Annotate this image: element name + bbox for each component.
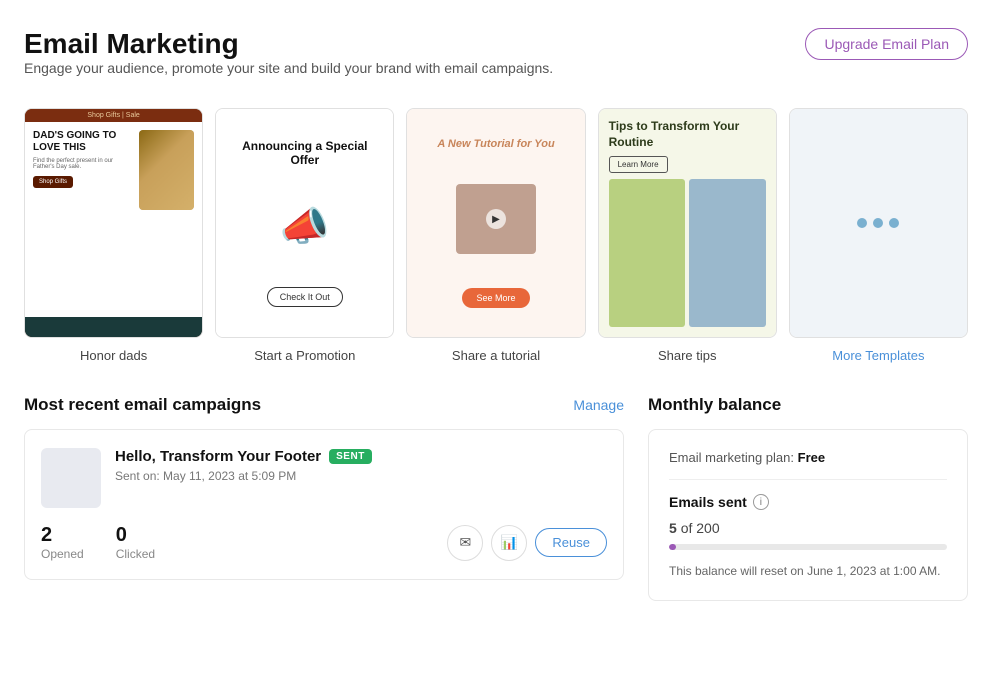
template-card-honor-dads[interactable]: Shop Gifts | Sale DAD'S GOING TO LOVE TH… <box>24 108 203 363</box>
campaign-date: Sent on: May 11, 2023 at 5:09 PM <box>115 469 607 483</box>
manage-link[interactable]: Manage <box>573 397 624 413</box>
bottom-section: Most recent email campaigns Manage Hello… <box>24 395 968 601</box>
tutorial-title: A New Tutorial for You <box>437 138 554 150</box>
honor-dads-headline: DAD'S GOING TO LOVE THIS <box>33 130 135 154</box>
campaigns-title: Most recent email campaigns <box>24 395 261 415</box>
share-tips-thumb: Tips to Transform Your Routine Learn Mor… <box>598 108 777 338</box>
tips-cta: Learn More <box>609 156 668 173</box>
page-subtitle: Engage your audience, promote your site … <box>24 60 553 76</box>
reuse-button[interactable]: Reuse <box>535 528 607 557</box>
campaign-card: Hello, Transform Your Footer SENT Sent o… <box>24 429 624 580</box>
campaigns-header: Most recent email campaigns Manage <box>24 395 624 415</box>
honor-dads-image <box>139 130 194 210</box>
tips-title: Tips to Transform Your Routine <box>609 119 766 150</box>
envelope-icon: ✉ <box>460 534 472 551</box>
info-icon[interactable]: i <box>753 494 769 510</box>
campaign-stats-row: 2 Opened 0 Clicked ✉ 📊 Reus <box>41 524 607 561</box>
upgrade-button[interactable]: Upgrade Email Plan <box>805 28 968 60</box>
emails-sent-label: Emails sent <box>669 494 747 510</box>
tips-images <box>609 179 766 327</box>
template-label-share-tips: Share tips <box>658 348 717 363</box>
clicked-count: 0 <box>116 524 155 547</box>
promo-title: Announcing a Special Offer <box>228 139 381 167</box>
more-templates-thumb <box>789 108 968 338</box>
emails-count: 5 of 200 <box>669 520 947 536</box>
campaign-title-row: Hello, Transform Your Footer SENT <box>115 448 607 465</box>
opened-label: Opened <box>41 547 84 561</box>
play-icon: ▶ <box>486 209 506 229</box>
template-label-share-tutorial: Share a tutorial <box>452 348 540 363</box>
bar-chart-icon: 📊 <box>501 534 518 551</box>
honor-dads-thumb: Shop Gifts | Sale DAD'S GOING TO LOVE TH… <box>24 108 203 338</box>
title-group: Email Marketing Engage your audience, pr… <box>24 28 553 100</box>
campaign-thumbnail <box>41 448 101 508</box>
tutorial-image: ▶ <box>456 184 536 254</box>
campaign-actions: ✉ 📊 Reuse <box>447 525 607 561</box>
templates-row: Shop Gifts | Sale DAD'S GOING TO LOVE TH… <box>24 108 968 363</box>
more-dots-decoration <box>857 218 899 228</box>
template-label-more-templates: More Templates <box>832 348 924 363</box>
tips-image-1 <box>609 179 686 327</box>
honor-dads-cta: Shop Gifts <box>33 176 73 188</box>
template-card-start-promotion[interactable]: Announcing a Special Offer 📣 Check It Ou… <box>215 108 394 363</box>
balance-card: Email marketing plan: Free Emails sent i… <box>648 429 968 601</box>
campaigns-section: Most recent email campaigns Manage Hello… <box>24 395 624 601</box>
honor-dads-footer <box>25 317 202 337</box>
stat-clicked: 0 Clicked <box>116 524 155 561</box>
page-title: Email Marketing <box>24 28 553 60</box>
promo-cta: Check It Out <box>267 287 343 307</box>
stat-opened: 2 Opened <box>41 524 84 561</box>
plan-row: Email marketing plan: Free <box>669 450 947 480</box>
template-label-honor-dads: Honor dads <box>80 348 147 363</box>
emails-progress-bar <box>669 544 947 550</box>
plan-name: Free <box>798 450 825 465</box>
emails-sent-row: Emails sent i <box>669 494 947 510</box>
opened-count: 2 <box>41 524 84 547</box>
template-card-share-tips[interactable]: Tips to Transform Your Routine Learn Mor… <box>598 108 777 363</box>
clicked-label: Clicked <box>116 547 155 561</box>
honor-dads-top-bar: Shop Gifts | Sale <box>25 109 202 122</box>
plan-prefix: Email marketing plan: <box>669 450 794 465</box>
page-header: Email Marketing Engage your audience, pr… <box>24 28 968 100</box>
honor-dads-desc: Find the perfect present in our Father's… <box>33 158 135 170</box>
campaign-info: Hello, Transform Your Footer SENT Sent o… <box>115 448 607 483</box>
tips-image-2 <box>689 179 766 327</box>
start-promotion-thumb: Announcing a Special Offer 📣 Check It Ou… <box>215 108 394 338</box>
template-card-more-templates[interactable]: More Templates <box>789 108 968 363</box>
balance-reset-note: This balance will reset on June 1, 2023 … <box>669 562 947 580</box>
template-label-start-promotion: Start a Promotion <box>254 348 355 363</box>
email-action-button[interactable]: ✉ <box>447 525 483 561</box>
campaign-top: Hello, Transform Your Footer SENT Sent o… <box>41 448 607 508</box>
chart-action-button[interactable]: 📊 <box>491 525 527 561</box>
balance-title: Monthly balance <box>648 395 968 415</box>
share-tutorial-thumb: A New Tutorial for You ▶ See More <box>406 108 585 338</box>
emails-used: 5 <box>669 520 677 536</box>
emails-of: of <box>681 520 697 536</box>
emails-total: 200 <box>696 520 719 536</box>
sent-badge: SENT <box>329 449 372 464</box>
campaign-name: Hello, Transform Your Footer <box>115 448 321 465</box>
promo-megaphone-icon: 📣 <box>280 203 330 250</box>
balance-section: Monthly balance Email marketing plan: Fr… <box>648 395 968 601</box>
template-card-share-tutorial[interactable]: A New Tutorial for You ▶ See More Share … <box>406 108 585 363</box>
page-container: Email Marketing Engage your audience, pr… <box>0 0 992 625</box>
tutorial-cta: See More <box>462 288 529 308</box>
emails-progress-fill <box>669 544 676 550</box>
